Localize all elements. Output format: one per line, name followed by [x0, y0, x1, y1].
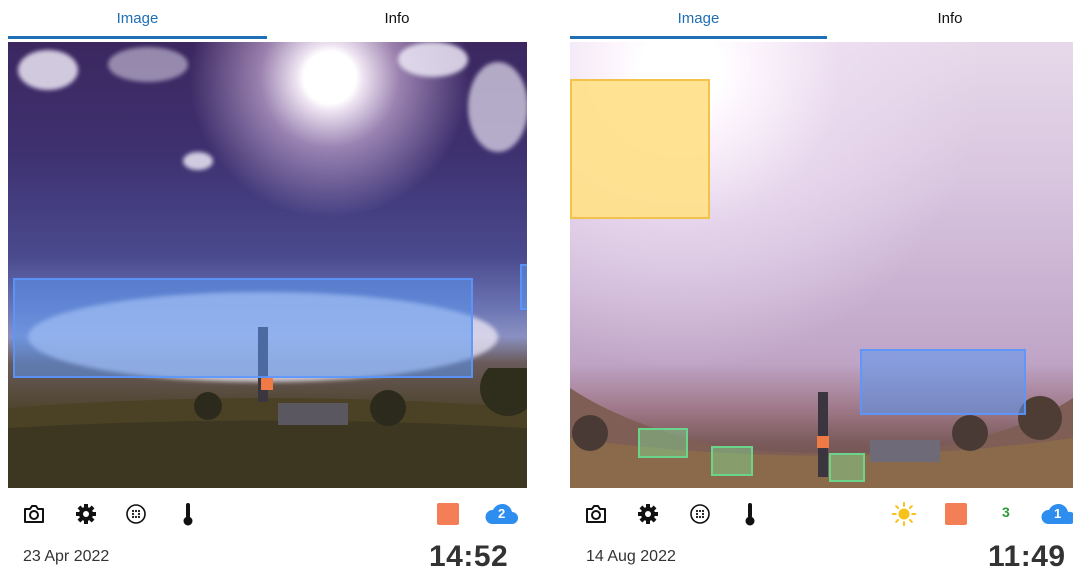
- sky-image[interactable]: [8, 42, 527, 488]
- status-square: [437, 503, 459, 525]
- sky-camera-panel-right: Image Info 3 1 14 Aug 2022 11:49: [570, 0, 1073, 573]
- tab-info[interactable]: Info: [827, 0, 1073, 38]
- thermometer-icon[interactable]: [176, 500, 200, 528]
- tower: [818, 392, 828, 477]
- sky-image[interactable]: [570, 42, 1073, 488]
- cloud-badge-icon[interactable]: 1: [1040, 500, 1073, 528]
- status-square: [945, 503, 967, 525]
- cloud-badge-count: 2: [498, 506, 506, 521]
- detection-box-green[interactable]: [638, 428, 688, 458]
- thermometer-icon[interactable]: [738, 500, 762, 528]
- tab-bar: Image Info: [8, 0, 527, 42]
- dots-circle-icon[interactable]: [688, 500, 712, 528]
- tab-image[interactable]: Image: [8, 0, 267, 38]
- cloud: [108, 47, 188, 82]
- detection-box-blue[interactable]: [860, 349, 1026, 415]
- detection-box-yellow[interactable]: [570, 79, 710, 219]
- sky-camera-panel-left: Image Info 2 23 Apr 2022 14:52: [8, 0, 527, 573]
- detection-box-blue[interactable]: [520, 264, 527, 310]
- tower-marker: [817, 436, 829, 448]
- gear-icon[interactable]: [74, 500, 98, 528]
- detection-box-green[interactable]: [711, 446, 753, 476]
- toolbar: 3 1: [570, 500, 1073, 530]
- cloud: [183, 152, 213, 170]
- cloud: [468, 62, 527, 152]
- cloud-badge-icon[interactable]: 2: [484, 500, 520, 528]
- dots-circle-icon[interactable]: [124, 500, 148, 528]
- capture-date: 14 Aug 2022: [586, 548, 676, 565]
- tab-bar: Image Info: [570, 0, 1073, 42]
- camera-icon[interactable]: [22, 500, 46, 528]
- capture-time: 14:52: [429, 540, 509, 573]
- capture-time: 11:49: [988, 540, 1066, 573]
- capture-date: 23 Apr 2022: [23, 548, 110, 565]
- camera-icon[interactable]: [584, 500, 608, 528]
- tower-marker: [261, 378, 273, 390]
- cloud: [398, 42, 468, 77]
- tab-image[interactable]: Image: [570, 0, 827, 38]
- cloud: [18, 50, 78, 90]
- active-tab-indicator: [570, 36, 827, 39]
- green-count: 3: [1002, 504, 1010, 520]
- tab-info[interactable]: Info: [267, 0, 527, 38]
- cloud-badge-count: 1: [1054, 506, 1062, 521]
- detection-box-blue[interactable]: [13, 278, 473, 378]
- detection-box-green[interactable]: [829, 453, 865, 482]
- active-tab-indicator: [8, 36, 267, 39]
- gear-icon[interactable]: [636, 500, 660, 528]
- toolbar: 2: [8, 500, 527, 530]
- sun-icon: [892, 500, 916, 528]
